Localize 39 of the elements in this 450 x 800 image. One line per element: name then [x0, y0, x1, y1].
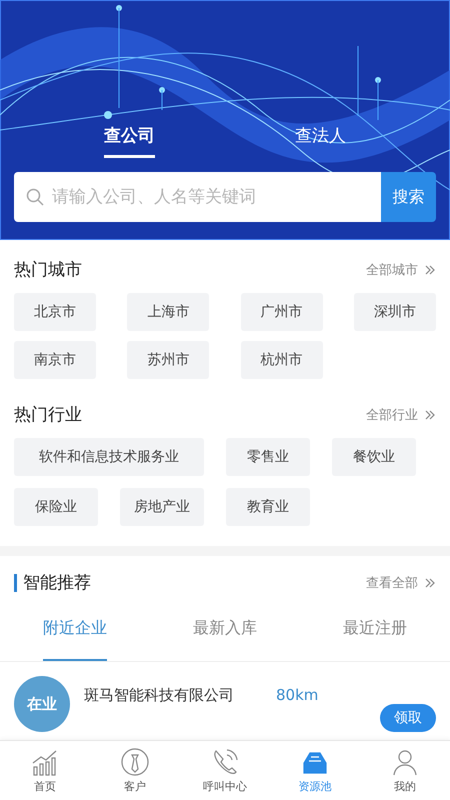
city-chip[interactable]: 杭州市 [240, 341, 323, 379]
status-avatar: 在业 [14, 676, 70, 732]
search-button[interactable]: 搜索 [381, 172, 436, 222]
nav-item[interactable]: 客户 [90, 741, 180, 800]
claim-button[interactable]: 领取 [380, 704, 436, 732]
distance-text: 80km [276, 685, 318, 704]
section-title: 热门行业 [14, 404, 82, 426]
tie-icon [120, 747, 150, 777]
chevron-icon [424, 577, 436, 589]
more-link[interactable]: 全部行业 [366, 406, 436, 424]
industry-chip[interactable]: 教育业 [226, 488, 310, 526]
category-tab[interactable]: 最近注册 [343, 604, 407, 661]
chevron-icon [424, 264, 436, 276]
nav-item[interactable]: 我的 [360, 741, 450, 800]
section-title: 智能推荐 [14, 574, 91, 592]
nav-item[interactable]: 呼叫中心 [180, 741, 270, 800]
city-chip[interactable]: 深圳市 [354, 293, 436, 331]
city-chip[interactable]: 上海市 [127, 293, 210, 331]
chevron-icon [424, 408, 436, 420]
section-title: 热门城市 [14, 259, 82, 281]
industry-chip[interactable]: 房地产业 [120, 488, 204, 526]
city-chip[interactable]: 南京市 [14, 341, 96, 379]
city-chip[interactable]: 广州市 [240, 293, 323, 331]
search-icon [26, 188, 44, 206]
industry-chip[interactable]: 软件和信息技术服务业 [14, 438, 204, 476]
industry-chip[interactable]: 保险业 [14, 488, 98, 526]
nav-item[interactable]: 资源池 [270, 741, 360, 800]
industry-chip[interactable]: 零售业 [226, 438, 310, 476]
more-link[interactable]: 全部城市 [366, 260, 436, 278]
category-tab[interactable]: 附近企业 [43, 604, 107, 661]
search-field[interactable]: 请输入公司、人名等关键词 [14, 172, 381, 222]
nav-item[interactable]: 首页 [0, 741, 90, 800]
city-chip[interactable]: 苏州市 [127, 341, 210, 379]
company-name: 斑马智能科技有限公司 [84, 685, 234, 705]
more-link[interactable]: 查看全部 [366, 574, 436, 592]
category-tab[interactable]: 最新入库 [193, 604, 257, 661]
city-chip[interactable]: 北京市 [14, 293, 96, 331]
search-tab[interactable]: 查公司 [104, 124, 155, 158]
industry-chip[interactable]: 餐饮业 [332, 438, 416, 476]
